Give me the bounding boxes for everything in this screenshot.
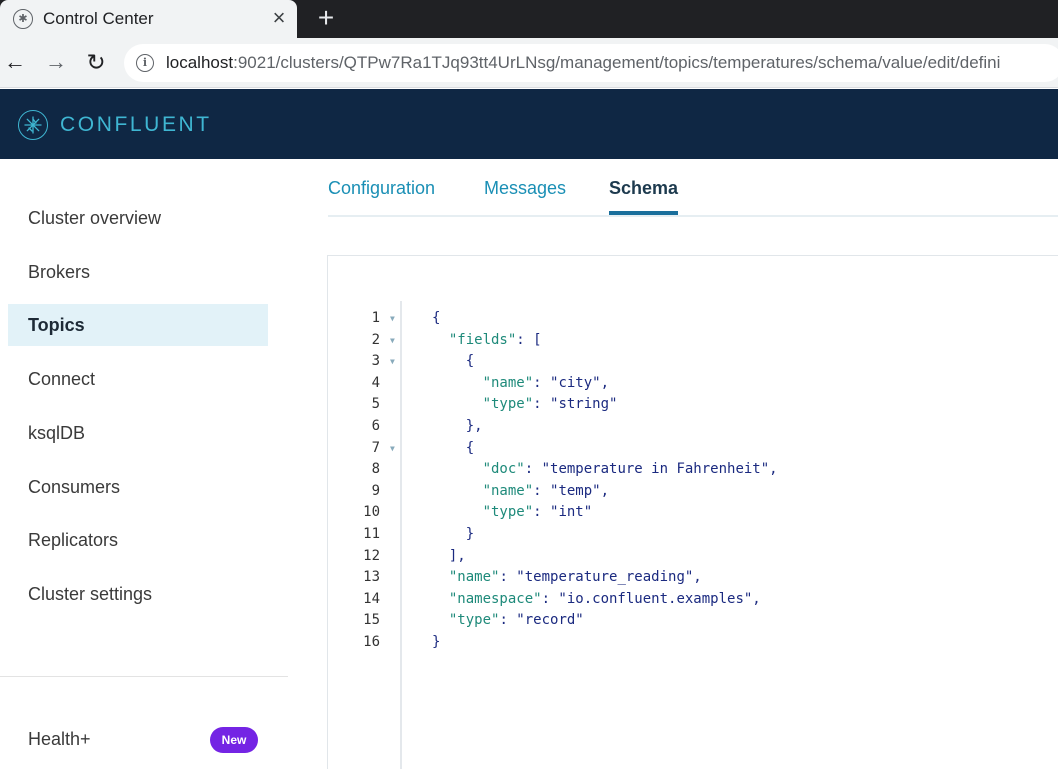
json-value: : "record" [499, 612, 584, 629]
confluent-logo-icon[interactable] [18, 110, 48, 140]
control-center-favicon-icon: ✱ [13, 9, 33, 29]
code-text: { [432, 308, 440, 330]
json-value: } [465, 525, 475, 542]
new-badge: New [210, 727, 258, 753]
line-number: 10 [363, 504, 380, 521]
json-value: : "int" [533, 504, 593, 521]
fold-arrow-icon[interactable]: ▼ [390, 330, 395, 352]
url-text: localhost:9021/clusters/QTPw7Ra1TJq93tt4… [166, 53, 1000, 73]
line-number: 7 [371, 439, 380, 456]
code-text: "type": "string" [432, 394, 618, 416]
json-key: "name" [482, 374, 534, 391]
line-number: 4 [371, 374, 380, 391]
code-text: "type": "int" [432, 502, 593, 524]
json-value: : "io.confluent.examples", [541, 590, 761, 607]
app-header: CONFLUENT [0, 89, 1058, 159]
fold-arrow-icon[interactable]: ▼ [390, 351, 395, 373]
browser-tab-title: Control Center [43, 9, 154, 28]
sidebar-item-ksqldb[interactable]: ksqlDB [8, 412, 268, 454]
code-text: "name": "city", [432, 373, 609, 395]
sidebar: Cluster overview Brokers Topics Connect … [0, 159, 288, 769]
url-path: :9021/clusters/QTPw7Ra1TJq93tt4UrLNsg/ma… [233, 53, 1001, 72]
sidebar-item-health-plus[interactable]: Health+ New [8, 718, 268, 760]
json-value: : "string" [533, 396, 618, 413]
sidebar-item-replicators[interactable]: Replicators [8, 519, 268, 561]
browser-tab[interactable]: ✱ Control Center × [0, 0, 297, 38]
code-text: } [432, 632, 440, 654]
site-info-icon[interactable]: i [136, 54, 154, 72]
line-number: 8 [371, 461, 380, 478]
line-number: 3 [371, 353, 380, 370]
line-number: 5 [371, 396, 380, 413]
forward-arrow-icon[interactable]: → [42, 48, 70, 76]
json-value: }, [465, 417, 483, 434]
schema-editor-panel: 1 ▼{2 ▼ "fields": [3 ▼ {4 "name": "city", 5 … [327, 255, 1058, 769]
json-value: : [ [516, 331, 542, 348]
code-text: "fields": [ [432, 330, 542, 352]
json-key: "type" [482, 396, 534, 413]
json-key: "type" [482, 504, 534, 521]
line-number: 1 [371, 310, 380, 326]
line-number: 14 [363, 590, 380, 607]
json-value: ], [448, 547, 466, 564]
line-number: 15 [363, 612, 380, 629]
sidebar-item-cluster-settings[interactable]: Cluster settings [8, 573, 268, 615]
address-bar[interactable]: i localhost:9021/clusters/QTPw7Ra1TJq93t… [124, 44, 1058, 82]
reload-icon[interactable]: ↻ [82, 48, 110, 76]
line-number: 12 [363, 547, 380, 564]
sidebar-item-topics[interactable]: Topics [8, 304, 268, 346]
json-value: { [465, 439, 475, 456]
editor-gutter-divider [400, 301, 402, 769]
line-number: 11 [363, 525, 380, 542]
code-text: }, [432, 416, 483, 438]
code-text: "name": "temperature_reading", [432, 567, 702, 589]
new-tab-button[interactable]: + [313, 4, 339, 32]
active-tab-indicator [609, 211, 678, 215]
fold-arrow-icon[interactable]: ▼ [390, 308, 395, 330]
code-text: "doc": "temperature in Fahrenheit", [432, 459, 778, 481]
back-arrow-icon[interactable]: ← [1, 48, 29, 76]
fold-arrow-icon[interactable]: ▼ [390, 438, 395, 460]
browser-tab-strip: ✱ Control Center × + [0, 0, 1058, 38]
sidebar-item-cluster-overview[interactable]: Cluster overview [8, 197, 268, 239]
tab-messages[interactable]: Messages [484, 178, 566, 199]
json-key: "name" [448, 569, 500, 586]
json-key: "namespace" [448, 590, 542, 607]
brand-name[interactable]: CONFLUENT [60, 113, 212, 137]
line-number: 2 [371, 331, 380, 348]
json-key: "type" [448, 612, 500, 629]
code-text: { [432, 438, 474, 460]
json-value: { [432, 310, 441, 326]
code-text: "type": "record" [432, 610, 584, 632]
code-text: ], [432, 546, 466, 568]
code-text: { [432, 351, 474, 373]
json-value: : "city", [533, 374, 610, 391]
sidebar-divider [0, 676, 288, 677]
sidebar-item-label: Health+ [28, 729, 91, 749]
line-number: 13 [363, 569, 380, 586]
json-value: : "temp", [533, 482, 610, 499]
json-value: } [432, 633, 441, 650]
json-key: "fields" [448, 331, 517, 348]
sidebar-item-brokers[interactable]: Brokers [8, 251, 268, 293]
json-value: { [465, 353, 475, 370]
url-host: localhost [166, 53, 234, 72]
line-number: 6 [371, 417, 380, 434]
sidebar-item-consumers[interactable]: Consumers [8, 466, 268, 508]
line-number: 16 [363, 633, 380, 650]
sidebar-item-connect[interactable]: Connect [8, 358, 268, 400]
topic-tabs: Configuration Messages Schema [328, 159, 1058, 217]
tab-configuration[interactable]: Configuration [328, 178, 435, 199]
code-text: "namespace": "io.confluent.examples", [432, 589, 761, 611]
json-key: "doc" [482, 461, 525, 478]
code-text: "name": "temp", [432, 481, 609, 503]
json-value: : "temperature in Fahrenheit", [524, 461, 778, 478]
browser-toolbar: ← → ↻ i localhost:9021/clusters/QTPw7Ra1… [0, 38, 1058, 88]
json-key: "name" [482, 482, 534, 499]
close-tab-icon[interactable]: × [268, 7, 290, 29]
tab-schema[interactable]: Schema [609, 178, 678, 199]
line-number: 9 [371, 482, 380, 499]
code-text: } [432, 524, 474, 546]
json-value: : "temperature_reading", [499, 569, 702, 586]
